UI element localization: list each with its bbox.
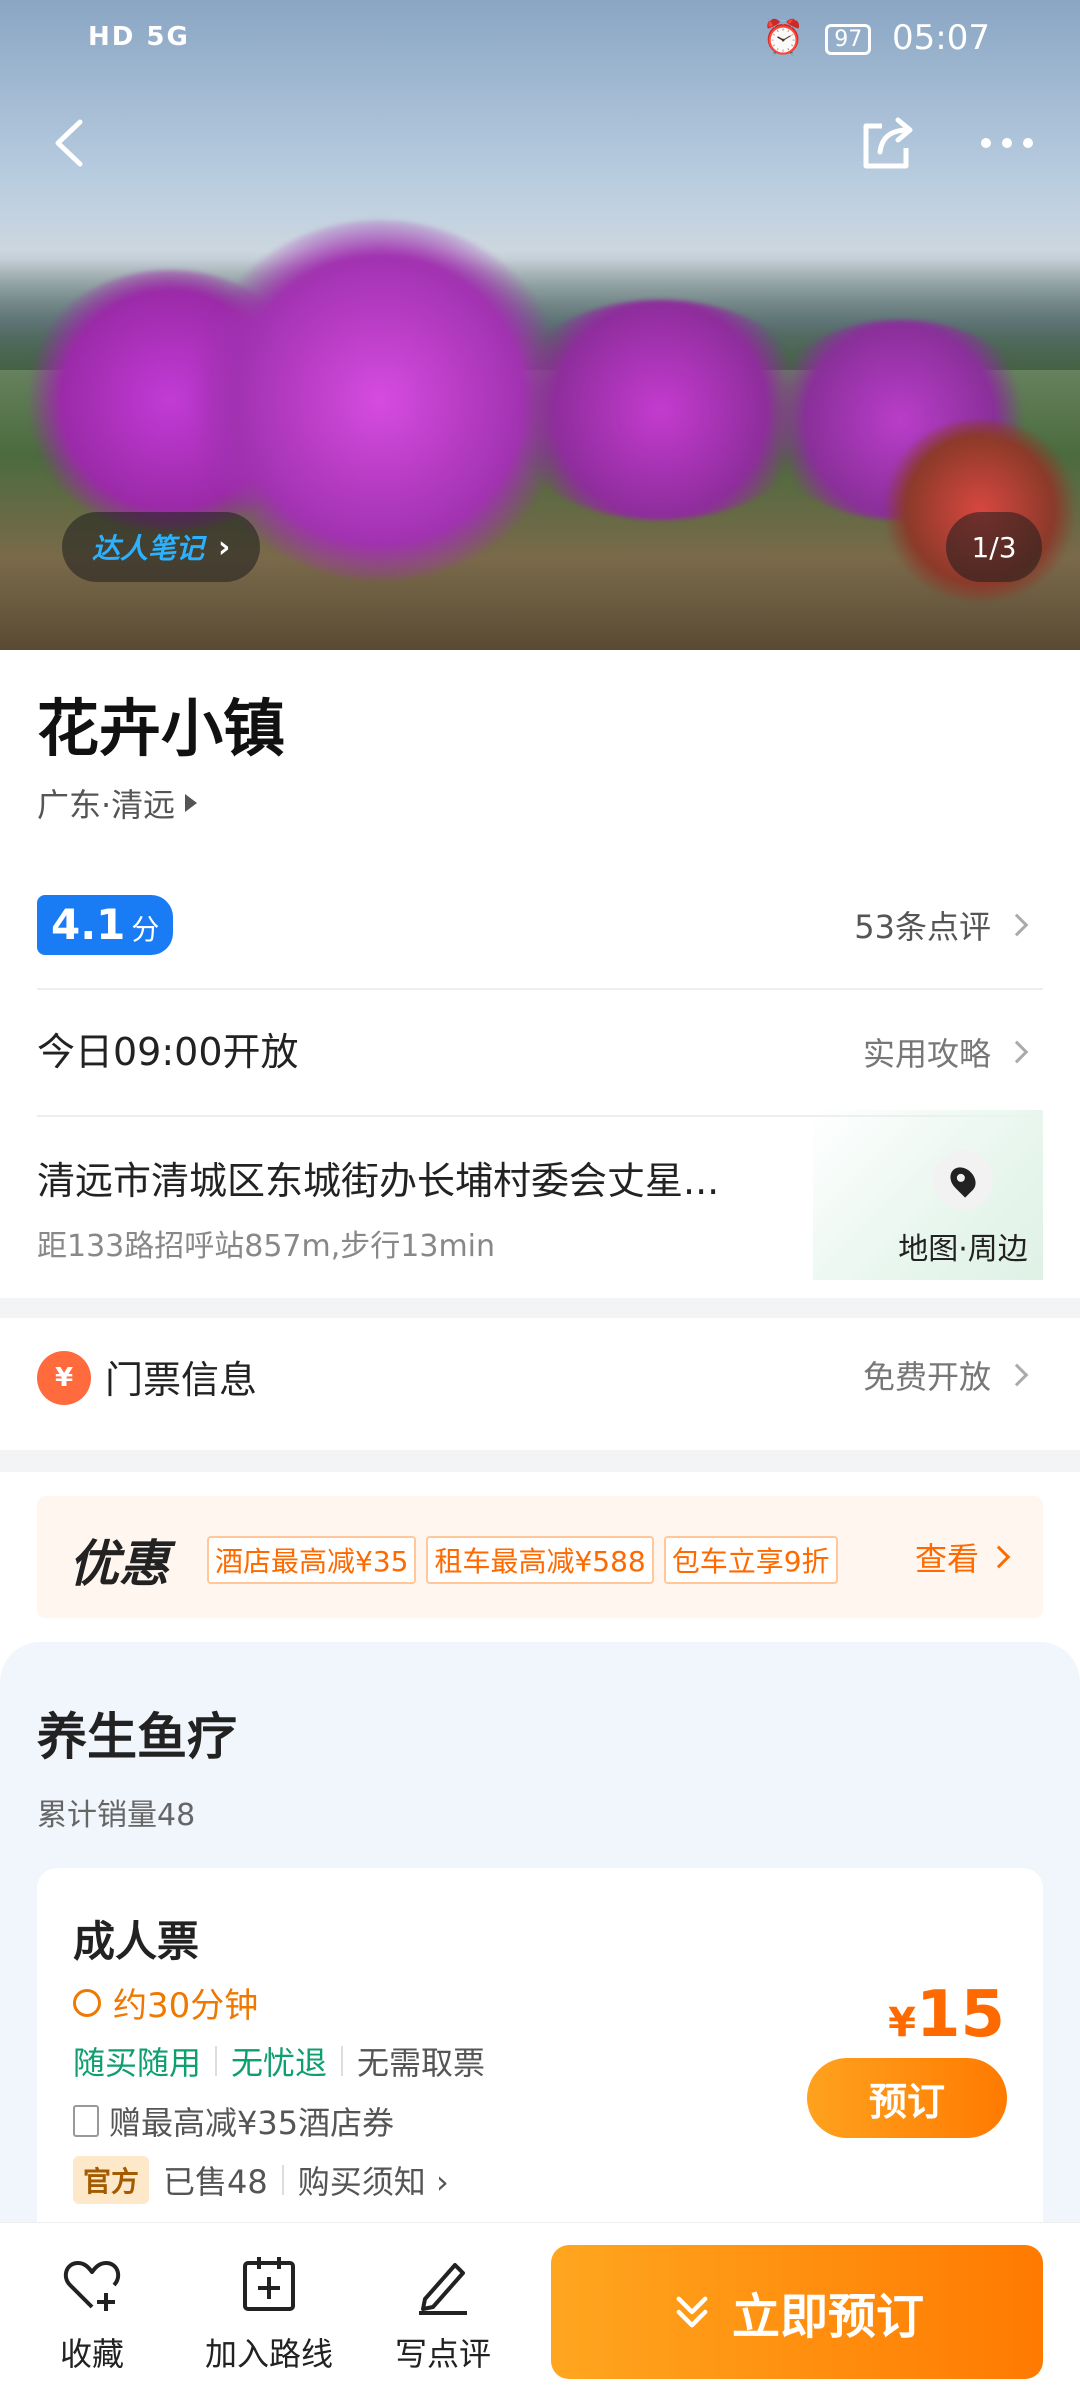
promo-tags: 酒店最高减¥35 租车最高减¥588 包车立享9折 [207,1536,838,1584]
add-route-label: 加入路线 [205,2335,334,2373]
reviews-link[interactable]: 53条点评 [854,895,1029,955]
ticket-info-label: 门票信息 [105,1358,258,1402]
hero-photo[interactable]: HD 5G ⏰ 97 05:07 达人笔记 › 1/3 [0,0,1080,650]
opening-hours: 今日09:00开放 [37,1030,299,1074]
heart-add-icon [63,2261,121,2311]
book-now-button[interactable]: 立即预订 [551,2245,1043,2379]
separator [281,2165,284,2195]
ticket-name: 成人票 [73,1917,200,1966]
promo-see-link[interactable]: 查看 [914,1534,1011,1580]
triangle-right-icon [185,794,198,812]
ticket-info-row[interactable]: ¥ 门票信息 免费开放 [37,1345,1043,1415]
price-currency: ¥ [888,2000,916,2046]
rating-row[interactable]: 4.1 分 53条点评 [37,895,1043,955]
guide-label: 实用攻略 [862,1035,991,1073]
separator [215,2046,218,2076]
separator [341,2046,344,2076]
ticket-icon: ¥ [37,1351,91,1405]
book-ticket-button[interactable]: 预订 [807,2058,1007,2138]
promo-tag: 酒店最高减¥35 [207,1536,417,1584]
product-title: 养生鱼疗 [37,1708,237,1766]
clock: 05:07 [892,18,990,58]
region-label: 广东·清远 [37,786,176,824]
promo-heading: 优惠 [69,1535,169,1593]
chevron-right-icon [1005,1363,1029,1387]
section-gap [0,1298,1080,1318]
favorite-label: 收藏 [60,2335,125,2373]
duration: 约30分钟 [73,1978,258,2027]
ticket-features: 随买随用 无忧退 无需取票 [73,2038,485,2084]
alarm-icon: ⏰ [762,18,805,58]
favorite-button[interactable]: 收藏 [60,2253,124,2375]
score-value: 4.1 [51,900,126,949]
share-button[interactable] [852,108,922,178]
purchase-notice-link[interactable]: 购买须知 › [298,2157,449,2203]
image-counter: 1/3 [946,512,1042,582]
more-dots-icon [981,138,1033,148]
notice-label: 购买须知 [297,2163,426,2201]
official-badge: 官方 [73,2156,150,2204]
ticket-status: 免费开放 [862,1358,991,1396]
pencil-icon [419,2263,467,2315]
location-pin-icon [933,1150,993,1210]
price: ¥15 [888,1978,1005,2052]
sold-count: 已售48 [163,2163,268,2201]
promo-tag: 租车最高减¥588 [426,1536,654,1584]
map-button[interactable]: 地图·周边 [883,1150,1043,1268]
feature-tag: 无忧退 [231,2044,328,2082]
add-route-button[interactable]: 加入路线 [205,2253,333,2375]
ticket-meta: 官方 已售48 购买须知 › [73,2156,449,2204]
lightbulb-icon [73,1988,101,2017]
section-gap [0,1450,1080,1472]
note-badge-label: 达人笔记 [92,532,205,565]
back-button[interactable] [36,108,106,178]
note-badge[interactable]: 达人笔记 › [62,512,261,582]
score-badge: 4.1 分 [37,895,174,955]
address-text: 清远市清城区东城街办长埔村委会丈星... [37,1159,720,1203]
region-link[interactable]: 广东·清远 [37,780,198,826]
hours-row[interactable]: 今日09:00开放 实用攻略 [37,1022,1043,1082]
network-indicator: HD 5G [88,22,190,52]
write-review-button[interactable]: 写点评 [395,2253,491,2375]
score-unit: 分 [131,913,160,946]
guide-link[interactable]: 实用攻略 [862,1022,1029,1082]
price-amount: 15 [915,1978,1005,2052]
reviews-count: 53条点评 [854,908,991,946]
more-button[interactable] [972,108,1042,178]
divider [37,988,1043,990]
ticket-status-link[interactable]: 免费开放 [862,1345,1029,1405]
address-row[interactable]: 清远市清城区东城街办长埔村委会丈星... 距133路招呼站857m,步行13mi… [37,1110,1043,1280]
write-review-label: 写点评 [395,2335,492,2373]
product-panel: 养生鱼疗 累计销量48 成人票 约30分钟 随买随用 无忧退 无需取票 赠最高减… [0,1642,1080,2288]
feature-tag: 随买随用 [73,2044,202,2082]
promo-tag: 包车立享9折 [663,1536,838,1584]
share-icon [863,117,913,169]
feature-tag: 无需取票 [357,2044,486,2082]
promo-banner[interactable]: 优惠 酒店最高减¥35 租车最高减¥588 包车立享9折 查看 [37,1496,1043,1618]
gift-text: 赠最高减¥35酒店券 [109,2104,395,2142]
bottom-action-bar: 收藏 加入路线 写点评 立即预订 [0,2222,1080,2400]
attraction-title: 花卉小镇 [37,692,286,765]
building-icon [73,2105,99,2137]
hotel-coupon: 赠最高减¥35酒店券 [73,2098,394,2144]
promo-see-label: 查看 [914,1540,979,1578]
battery-indicator: 97 [825,24,872,55]
chevron-right-icon [1005,1040,1029,1064]
back-arrow-icon [55,119,83,167]
calendar-add-icon [243,2257,295,2311]
chevron-right-icon [987,1545,1011,1569]
product-sales: 累计销量48 [37,1798,196,1833]
status-bar: HD 5G ⏰ 97 05:07 [0,0,1080,80]
map-label: 地图·周边 [898,1232,1028,1267]
book-now-label: 立即预订 [731,2289,924,2345]
duration-text: 约30分钟 [113,1986,259,2026]
chevron-right-icon [1005,913,1029,937]
status-right: ⏰ 97 05:07 [762,18,990,58]
chevron-right-icon: › [218,529,231,565]
double-chevron-down-icon [676,2296,708,2328]
